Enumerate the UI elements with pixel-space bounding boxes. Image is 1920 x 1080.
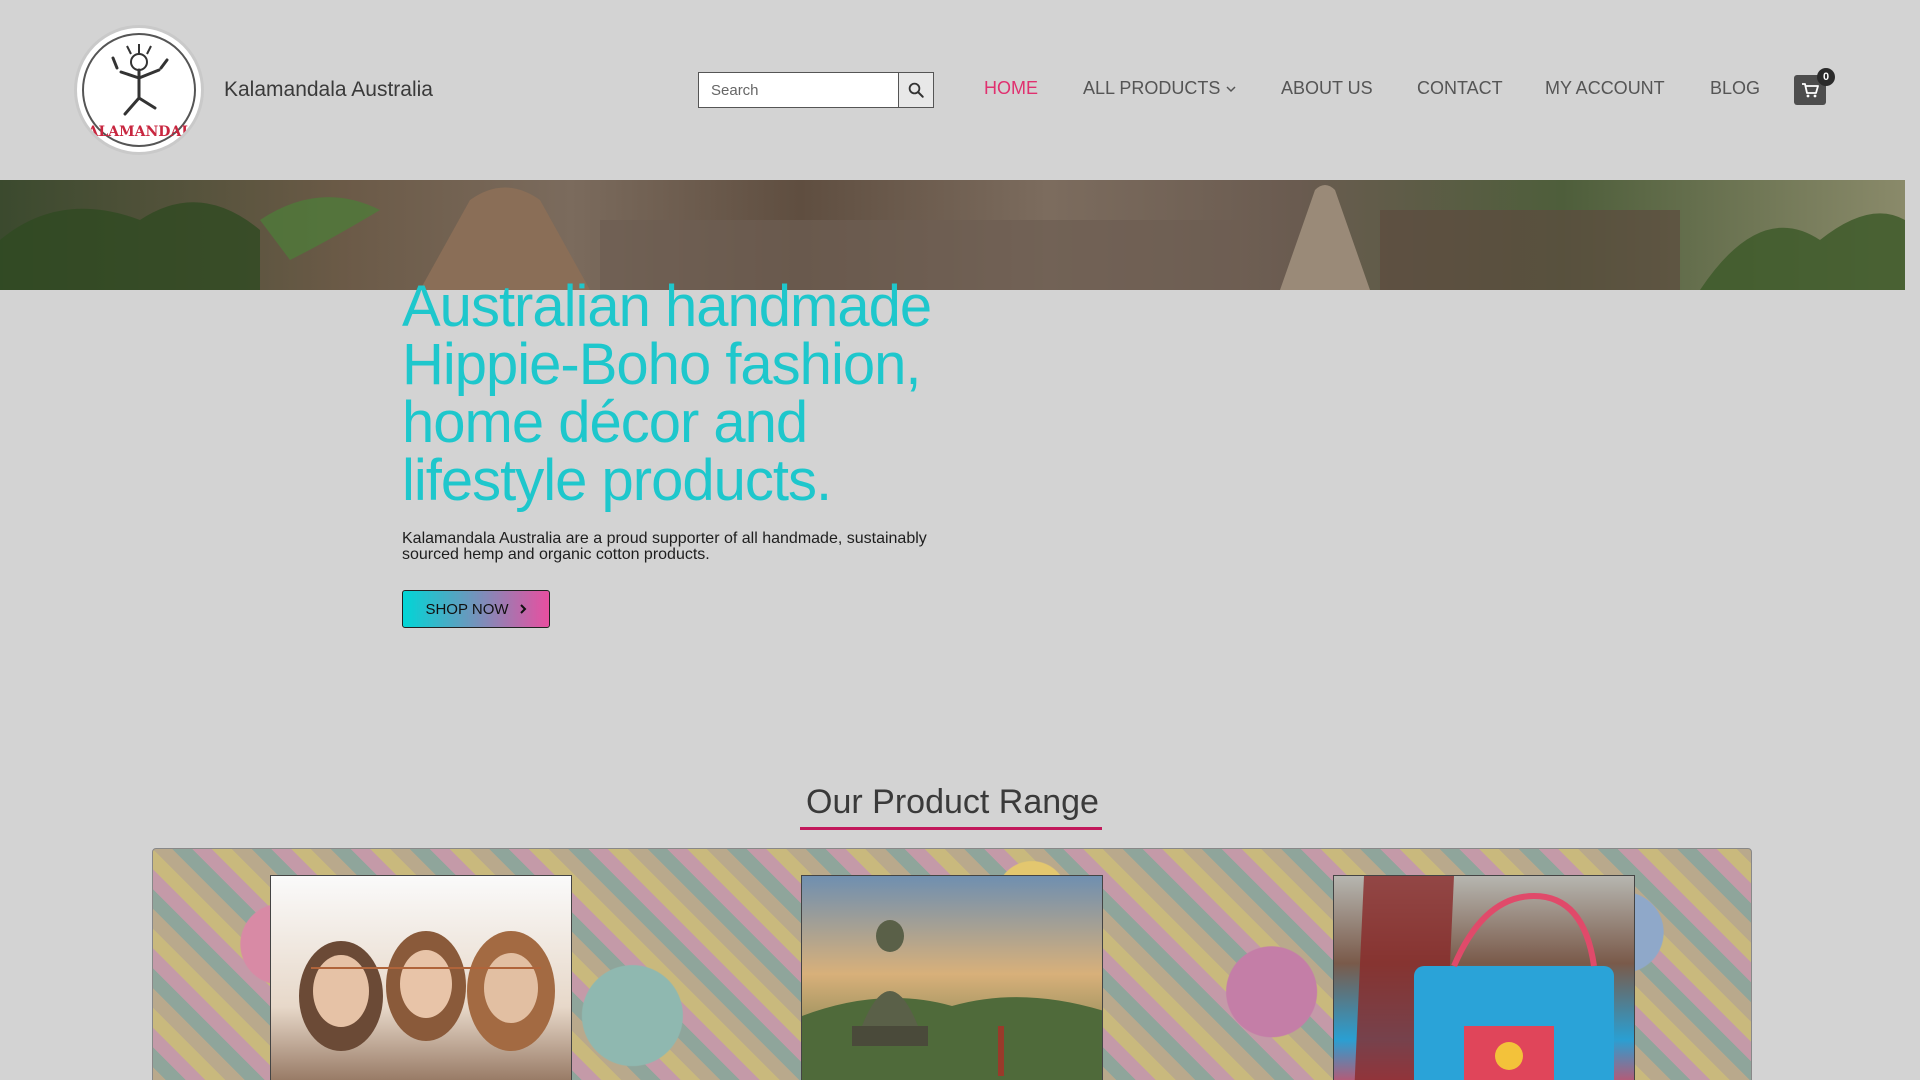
site-logo[interactable]: KALAMANDALA [74,25,204,155]
title-underline [800,827,1102,830]
hero-title: Australian handmade Hippie-Boho fashion,… [402,274,932,513]
nav-all-products-label: ALL PRODUCTS [1083,78,1221,98]
kalamandala-logo-icon: KALAMANDALA [77,30,201,150]
nav-blog[interactable]: BLOG [1710,78,1760,99]
nav-my-account[interactable]: MY ACCOUNT [1545,78,1665,99]
buddha-statue-image [802,920,1102,1080]
logo-text: KALAMANDALA [77,124,201,140]
product-card-bags[interactable] [1333,875,1635,1080]
product-range-panel [152,848,1752,1080]
fashion-models-image [299,931,555,1051]
chevron-down-icon [1226,85,1236,92]
nav-about-us[interactable]: ABOUT US [1281,78,1373,99]
hero-subtitle: Kalamandala Australia are a proud suppor… [402,530,927,563]
search-form [698,72,934,108]
search-input[interactable] [698,72,898,108]
nav-home-label: HOME [984,78,1038,98]
nav-blog-label: BLOG [1710,78,1761,98]
shop-now-label: SHOP NOW [425,600,509,618]
search-button[interactable] [898,72,934,108]
embroidered-bag-image [1354,876,1614,1080]
temple-banner-illustration [0,185,1905,290]
nav-contact[interactable]: CONTACT [1417,78,1503,99]
site-title[interactable]: Kalamandala Australia [224,78,433,102]
search-icon [908,82,924,98]
cart-button[interactable]: 0 [1794,68,1835,105]
product-range-title: Our Product Range [806,783,1099,821]
shopping-cart-icon [1802,83,1819,98]
shop-now-button[interactable]: SHOP NOW [402,590,550,628]
site-header: KALAMANDALA Kalamandala Australia HOME A… [0,0,1905,180]
hero-banner-image [0,180,1905,290]
product-card-home-decor[interactable] [801,875,1103,1080]
nav-about-us-label: ABOUT US [1281,78,1373,98]
product-card-fashion[interactable] [270,875,572,1080]
nav-home[interactable]: HOME [984,78,1038,99]
nav-all-products[interactable]: ALL PRODUCTS [1083,78,1236,99]
nav-contact-label: CONTACT [1417,78,1503,98]
nav-my-account-label: MY ACCOUNT [1545,78,1665,98]
cart-count-badge: 0 [1817,68,1835,86]
chevron-right-icon [519,604,526,614]
